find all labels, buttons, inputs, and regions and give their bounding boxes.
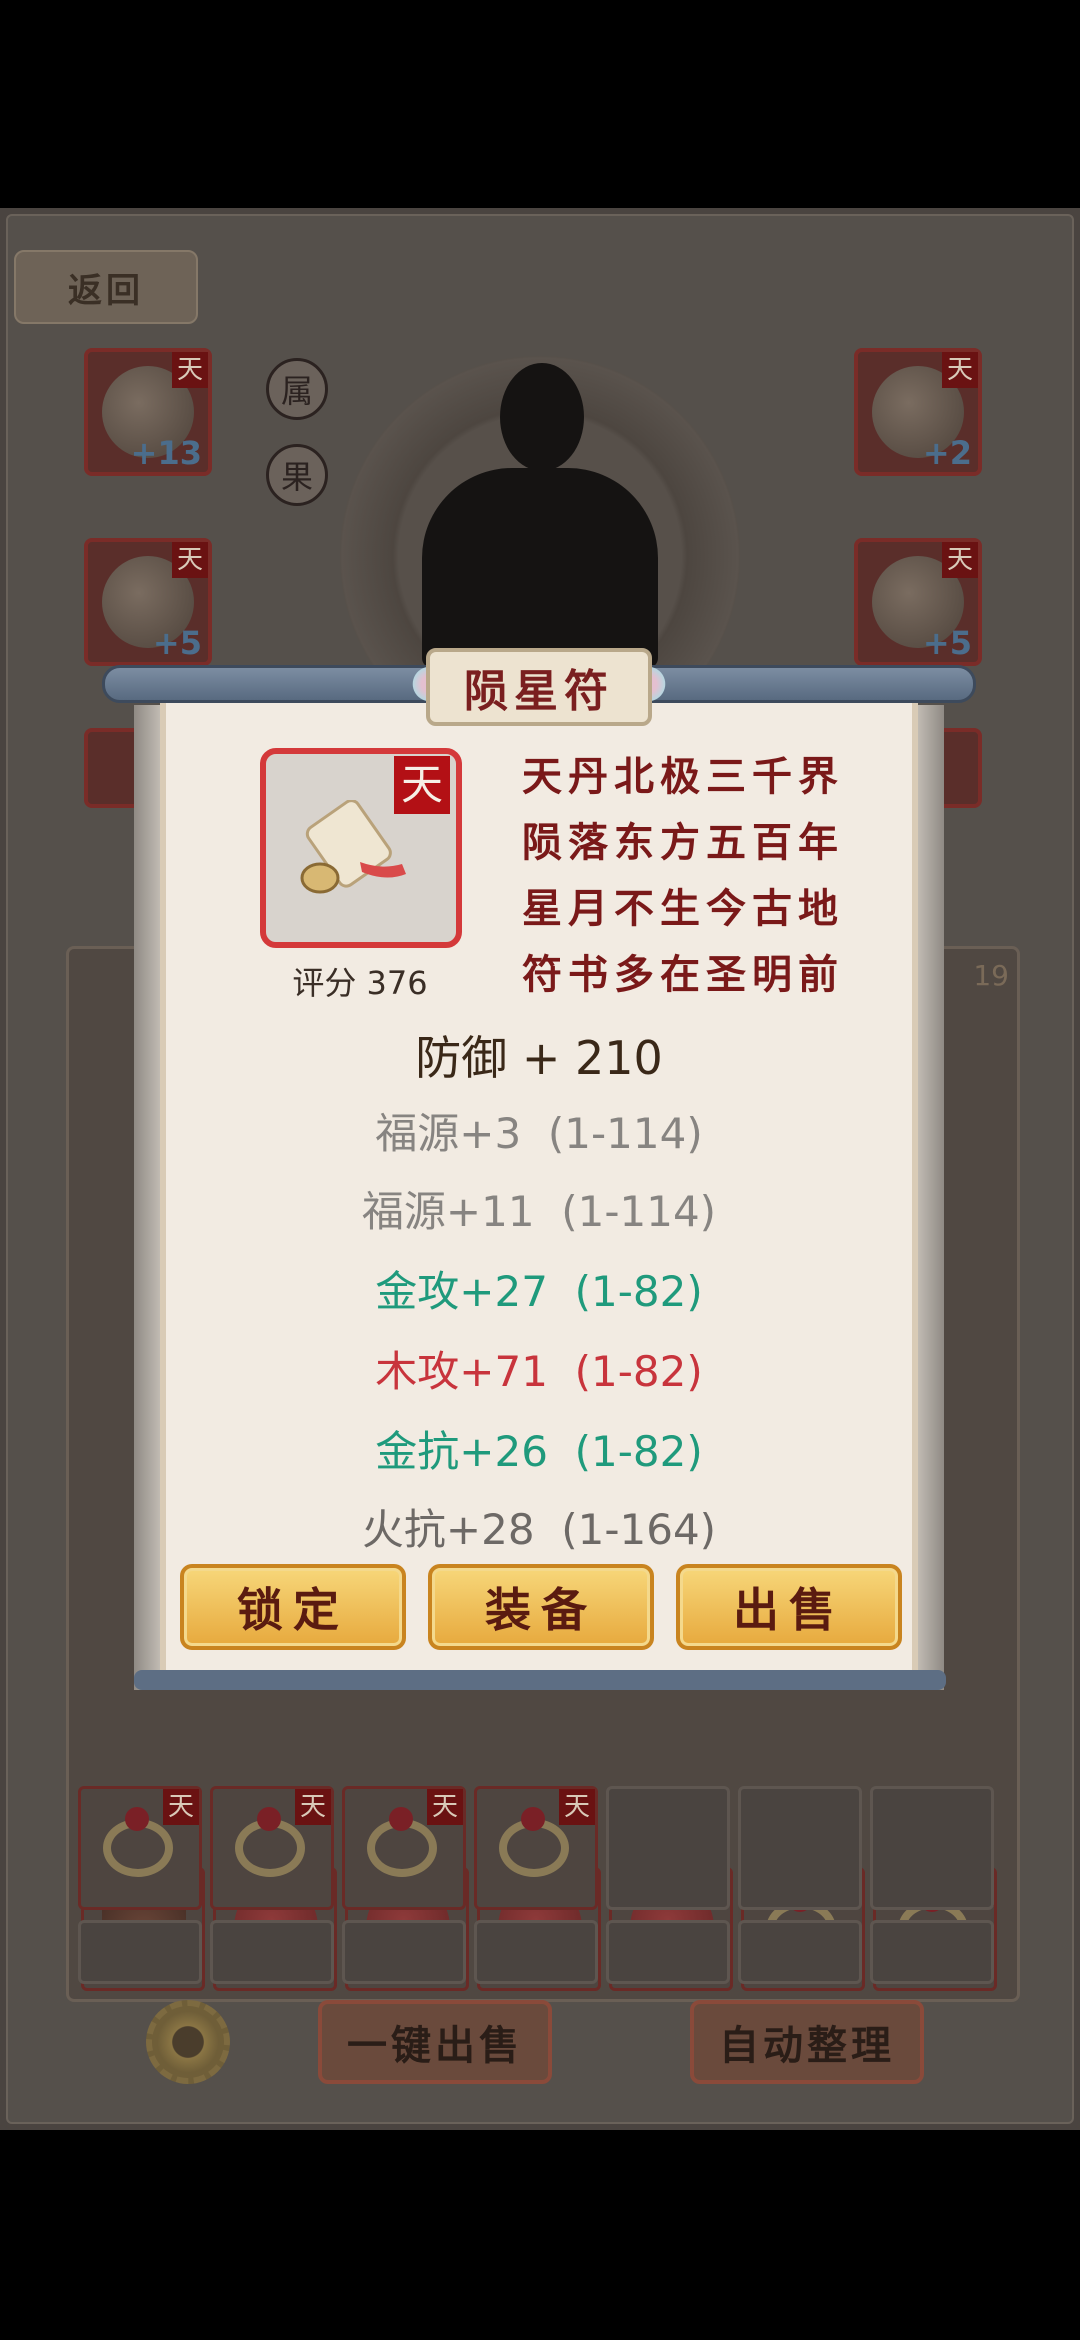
item-title-banner: 陨星符 <box>426 648 652 726</box>
poem-line: 符书多在圣明前 <box>522 951 844 998</box>
enhance-level: +2 <box>922 434 972 472</box>
grade-tag: 天 <box>559 1789 595 1825</box>
scroll-rod-bottom <box>134 1670 946 1690</box>
inventory-empty-slot[interactable] <box>474 1920 598 1984</box>
inventory-empty-slot[interactable] <box>210 1920 334 1984</box>
item-title: 陨星符 <box>464 666 614 717</box>
scroll-edge-right <box>914 705 944 1690</box>
grade-tag: 天 <box>942 542 978 578</box>
sub-stat: 福源+3 (1-114) <box>375 1109 703 1158</box>
sub-stat: 福源+11 (1-114) <box>361 1187 717 1236</box>
sell-all-button[interactable]: 一键出售 <box>318 2000 552 2084</box>
grade-tag: 天 <box>427 1789 463 1825</box>
sub-stat: 金攻+27 (1-82) <box>375 1267 703 1316</box>
equip-slot-armor[interactable]: 天 +2 <box>854 348 982 476</box>
character-silhouette-head <box>500 363 584 471</box>
inventory-item-ring[interactable]: 天 <box>342 1786 466 1910</box>
poem-line: 星月不生今古地 <box>522 885 844 932</box>
enhance-level: +13 <box>130 434 202 472</box>
inventory-empty-slot[interactable] <box>870 1920 994 1984</box>
equip-slot-seal[interactable]: 天 +5 <box>854 538 982 666</box>
auto-sort-button[interactable]: 自动整理 <box>690 2000 924 2084</box>
inventory-empty-slot[interactable] <box>738 1786 862 1910</box>
equip-button[interactable]: 装备 <box>428 1564 654 1650</box>
grade-tag: 天 <box>163 1789 199 1825</box>
grade-tag: 天 <box>295 1789 331 1825</box>
item-score: 评分 376 <box>292 964 428 1002</box>
enhance-level: +5 <box>152 624 202 662</box>
inventory-empty-slot[interactable] <box>78 1920 202 1984</box>
inventory-empty-slot[interactable] <box>738 1920 862 1984</box>
equip-slot-talisman[interactable]: 天 +5 <box>84 538 212 666</box>
grade-tag: 天 <box>942 352 978 388</box>
inventory-empty-slot[interactable] <box>870 1786 994 1910</box>
inventory-item-ring[interactable]: 天 <box>210 1786 334 1910</box>
grade-tag: 天 <box>394 756 450 814</box>
main-stat: 防御 + 210 <box>415 1031 663 1085</box>
poem-line: 陨落东方五百年 <box>522 819 844 866</box>
settings-gear-icon[interactable] <box>146 2000 230 2084</box>
inventory-item-ring[interactable]: 天 <box>78 1786 202 1910</box>
grade-tag: 天 <box>172 542 208 578</box>
scroll-item-icon <box>300 800 406 894</box>
fruit-button[interactable]: 果 <box>266 444 328 506</box>
equip-slot-weapon[interactable]: 天 +13 <box>84 348 212 476</box>
attribute-button[interactable]: 属 <box>266 358 328 420</box>
sub-stat: 金抗+26 (1-82) <box>375 1427 703 1476</box>
back-button[interactable]: 返回 <box>14 250 198 324</box>
sell-button[interactable]: 出售 <box>676 1564 902 1650</box>
inventory-empty-slot[interactable] <box>606 1786 730 1910</box>
poem-line: 天丹北极三千界 <box>522 753 844 800</box>
grade-tag: 天 <box>172 352 208 388</box>
lock-button[interactable]: 锁定 <box>180 1564 406 1650</box>
inventory-empty-slot[interactable] <box>342 1920 466 1984</box>
sub-stat: 木攻+71 (1-82) <box>375 1347 703 1396</box>
sub-stat: 火抗+28 (1-164) <box>361 1505 717 1554</box>
inventory-item-ring[interactable]: 天 <box>474 1786 598 1910</box>
inventory-count: 19 <box>973 959 1009 992</box>
inventory-empty-slot[interactable] <box>606 1920 730 1984</box>
character-silhouette-body <box>422 468 658 668</box>
enhance-level: +5 <box>922 624 972 662</box>
